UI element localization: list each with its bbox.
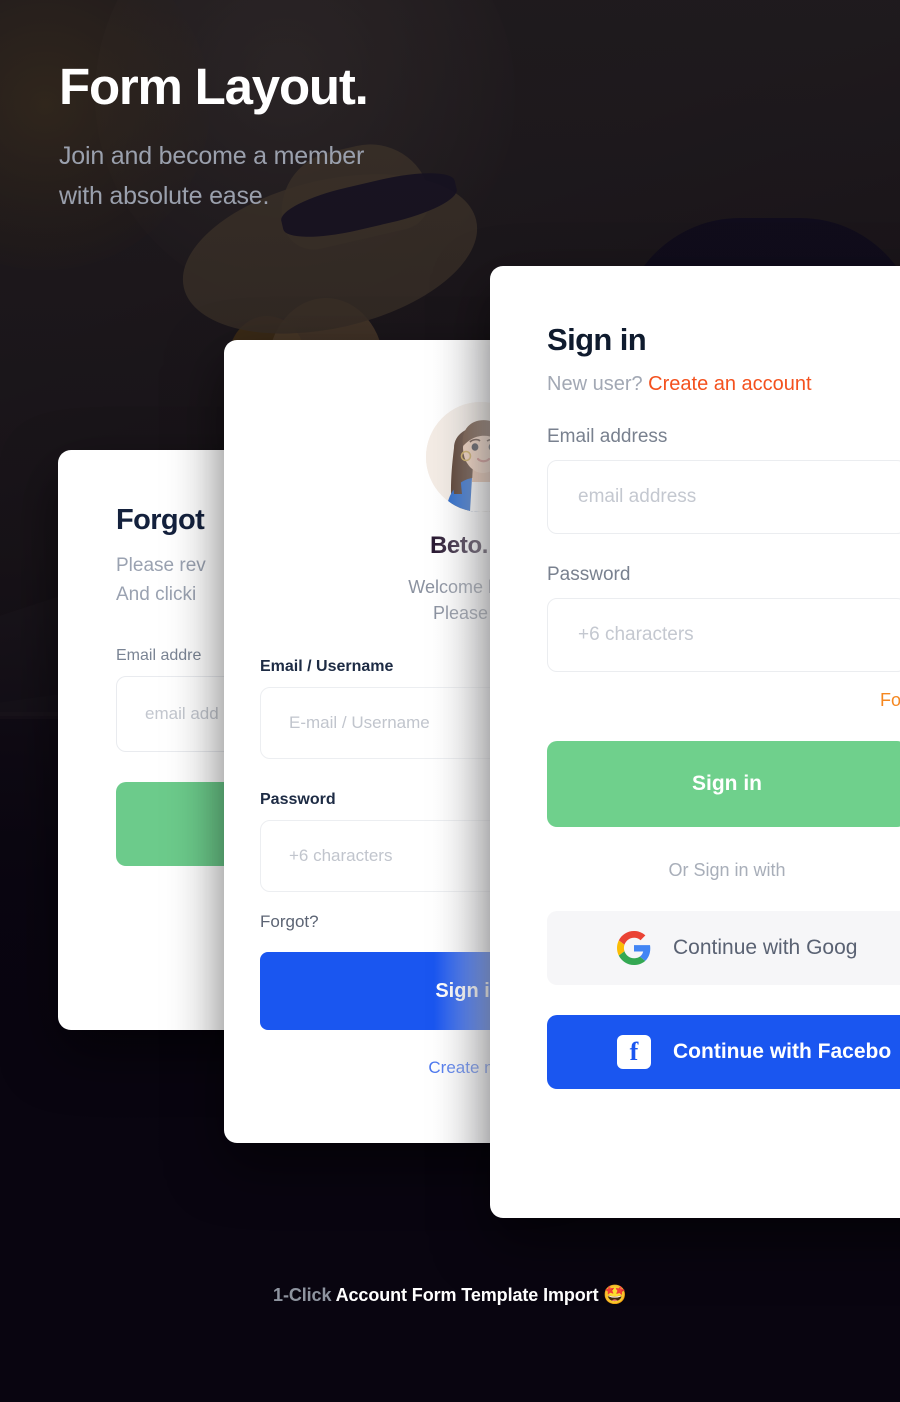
signin-new-user-label: New user? xyxy=(547,373,643,395)
signin-submit-button[interactable]: Sign in xyxy=(547,741,900,827)
google-g-icon xyxy=(617,931,651,965)
google-button-label: Continue with Goog xyxy=(673,936,858,959)
beto-password-placeholder: +6 characters xyxy=(289,846,393,866)
footer-main-text: Account Form Template Import xyxy=(335,1285,599,1305)
signin-card-content: Sign in New user? Create an account Emai… xyxy=(490,266,900,1089)
signin-card-title: Sign in xyxy=(547,322,647,357)
page-title: Form Layout. xyxy=(59,58,369,115)
beto-welcome-line-2: Please sign xyxy=(432,603,526,624)
footer-accent-text: 1-Click xyxy=(273,1285,332,1305)
facebook-f-icon: f xyxy=(617,1035,651,1069)
signin-password-input[interactable]: +6 characters xyxy=(547,598,900,672)
facebook-button-label: Continue with Facebo xyxy=(673,1040,892,1063)
signin-or-divider: Or Sign in with xyxy=(668,860,786,880)
signin-new-user-row: New user? Create an account xyxy=(547,373,900,396)
signin-password-label: Password xyxy=(547,564,631,585)
beto-welcome-line-1: Welcome back xyxy=(408,577,526,597)
hero-text-block: Form Layout. Join and become a member wi… xyxy=(59,58,699,217)
page-subtitle-line-2: with absolute ease. xyxy=(59,182,270,211)
signin-email-label: Email address xyxy=(547,426,668,447)
signin-card: Sign in New user? Create an account Emai… xyxy=(490,266,900,1218)
forgot-email-placeholder: email add xyxy=(145,704,219,723)
footer-caption: 1-Click Account Form Template Import 🤩 xyxy=(0,1283,900,1307)
signin-email-input[interactable]: email address xyxy=(547,460,900,534)
signin-email-placeholder: email address xyxy=(578,486,697,507)
page-root: Form Layout. Join and become a member wi… xyxy=(0,0,900,1402)
beto-email-placeholder: E-mail / Username xyxy=(289,713,430,733)
page-subtitle-line-1: Join and become a member xyxy=(59,141,365,170)
signin-create-account-link[interactable]: Create an account xyxy=(648,373,811,395)
page-subtitle: Join and become a member with absolute e… xyxy=(59,136,699,217)
continue-with-facebook-button[interactable]: f Continue with Facebo xyxy=(547,1015,900,1089)
continue-with-google-button[interactable]: Continue with Goog xyxy=(547,911,900,985)
signin-password-placeholder: +6 characters xyxy=(578,624,694,645)
star-struck-emoji: 🤩 xyxy=(603,1285,627,1306)
signin-forgot-link[interactable]: For xyxy=(547,690,900,711)
